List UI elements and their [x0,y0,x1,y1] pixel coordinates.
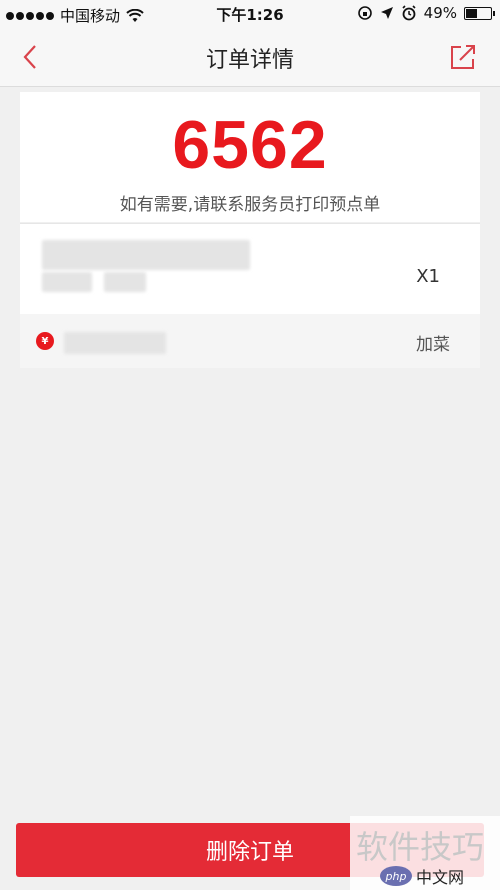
alarm-icon [402,5,416,21]
location-icon [380,7,393,19]
item-name-redacted [42,240,250,270]
php-logo: php [380,866,412,886]
battery-percent: 49% [423,4,457,22]
nav-bar: 订单详情 [0,28,500,87]
share-button[interactable] [448,42,478,72]
add-dish-row: ¥ 加菜 [20,314,480,368]
item-price-redacted [104,272,146,292]
order-number: 6562 [172,107,328,183]
watermark-text: 软件技巧 [356,828,485,866]
table-info-redacted [64,332,166,354]
watermark: 软件技巧 php 中文网 [350,816,500,890]
order-hint: 如有需要,请联系服务员打印预点单 [119,195,381,215]
coin-icon: ¥ [36,332,54,350]
status-right: 49% [357,4,495,22]
battery-icon [464,6,495,20]
watermark-logo: php 中文网 [380,864,464,888]
page-title: 订单详情 [205,48,294,73]
order-item-row: X1 [20,223,480,314]
rotation-lock-icon [357,6,372,20]
watermark-site: 中文网 [416,868,465,887]
item-quantity: X1 [416,266,440,287]
order-number-card: 6562 如有需要,请联系服务员打印预点单 [20,92,480,222]
status-bar: 中国移动 下午1:26 49% [0,0,500,28]
add-dish-button[interactable]: 加菜 [416,330,450,355]
share-icon [451,45,475,69]
item-detail-redacted [42,272,92,292]
